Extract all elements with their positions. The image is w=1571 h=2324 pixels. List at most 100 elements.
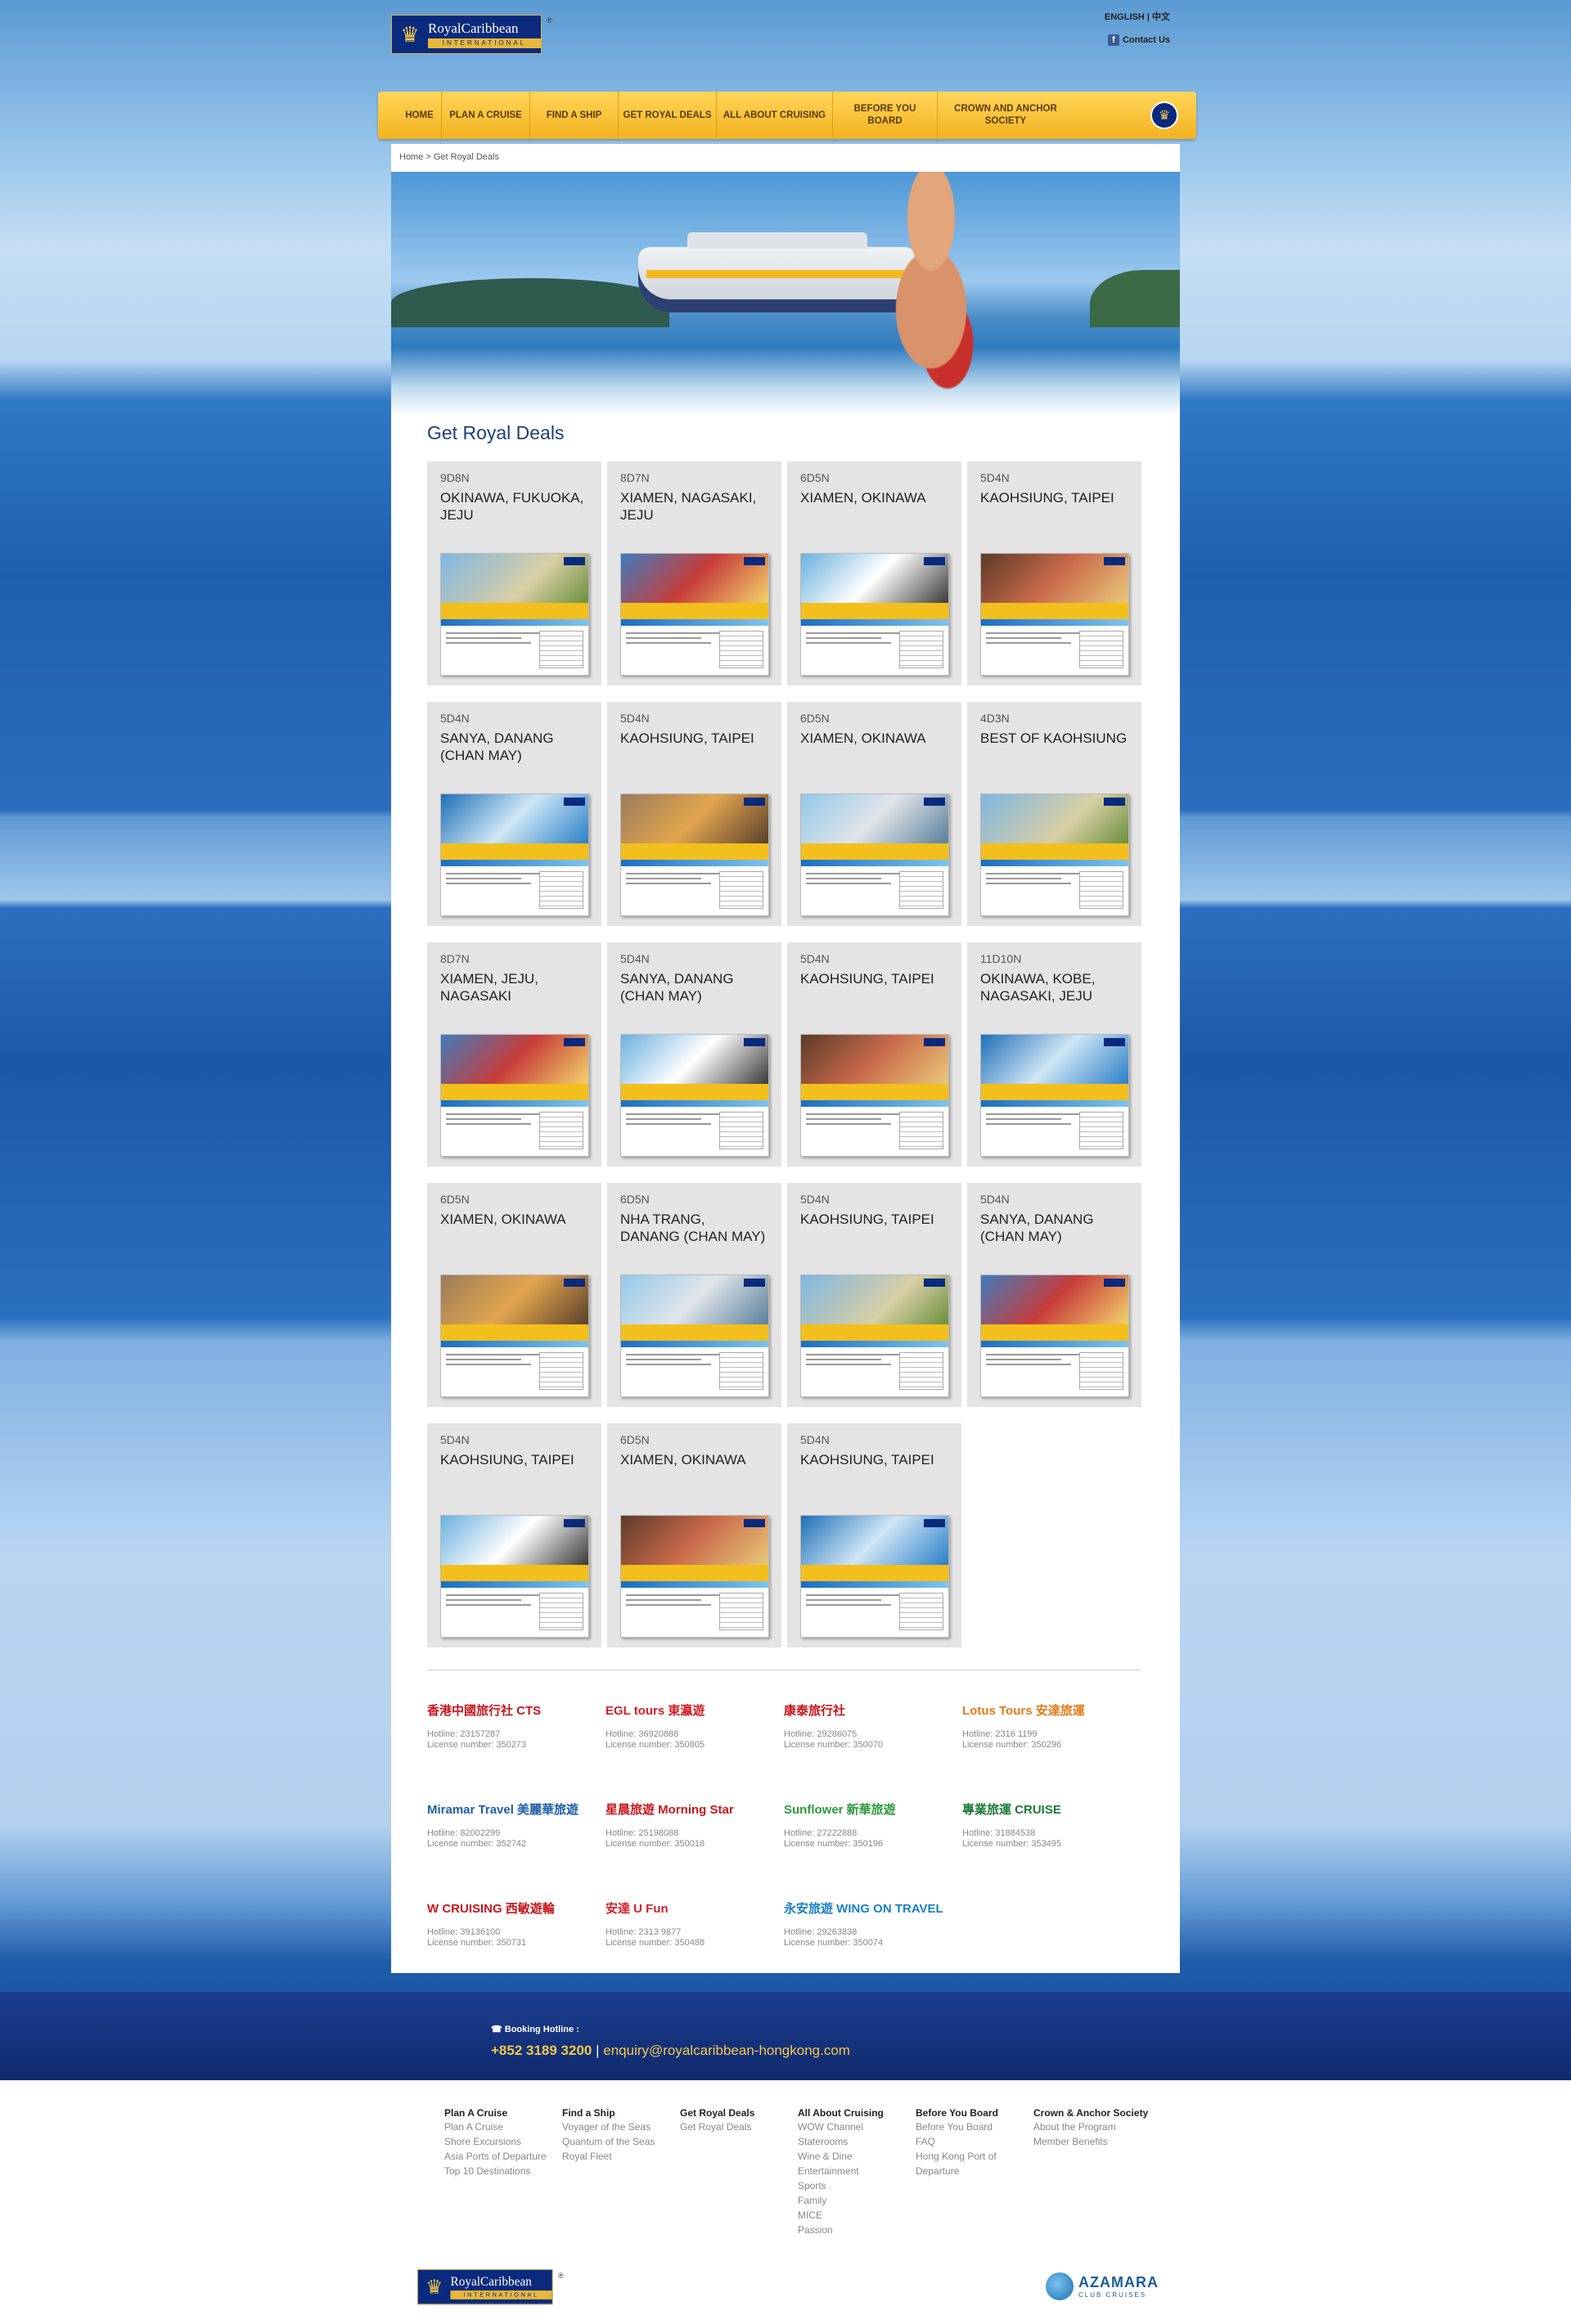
deal-card[interactable]: 5D4N KAOHSIUNG, TAIPEI [787, 1423, 961, 1647]
footer-column-title[interactable]: Get Royal Deals [680, 2106, 798, 2119]
deal-card[interactable]: 11D10N OKINAWA, KOBE, NAGASAKI, JEJU [967, 942, 1141, 1166]
deal-flyer-thumbnail[interactable] [980, 1274, 1129, 1397]
footer-link[interactable]: Royal Fleet [562, 2149, 680, 2164]
footer-column-title[interactable]: All About Cruising [798, 2106, 916, 2119]
footer-column-title[interactable]: Find a Ship [562, 2106, 680, 2119]
deal-flyer-thumbnail[interactable] [980, 1034, 1129, 1157]
deal-card[interactable]: 5D4N KAOHSIUNG, TAIPEI [787, 942, 961, 1166]
deal-card[interactable]: 5D4N SANYA, DANANG (CHAN MAY) [607, 942, 781, 1166]
nav-crown-anchor-society[interactable]: CROWN AND ANCHOR SOCIETY [938, 92, 1074, 139]
footer-column-title[interactable]: Before You Board [916, 2106, 1033, 2119]
deal-card[interactable]: 5D4N KAOHSIUNG, TAIPEI [967, 461, 1141, 686]
travel-agent[interactable]: Lotus Tours 安達旅運 Hotline: 2316 1199 Licens… [962, 1690, 1141, 1789]
agent-logo[interactable]: Miramar Travel 美麗華旅遊 [427, 1789, 605, 1828]
booking-phone[interactable]: +852 3189 3200 [491, 2043, 592, 2058]
deal-flyer-thumbnail[interactable] [440, 1515, 589, 1638]
deal-card[interactable]: 6D5N XIAMEN, OKINAWA [607, 1423, 781, 1647]
footer-column-title[interactable]: Crown & Anchor Society [1033, 2106, 1151, 2119]
deal-card[interactable]: 5D4N SANYA, DANANG (CHAN MAY) [427, 702, 601, 926]
agent-logo[interactable]: 安達 U Fun [605, 1888, 784, 1927]
agent-logo[interactable]: W CRUISING 西敏遊輪 [427, 1888, 605, 1927]
deal-flyer-thumbnail[interactable] [800, 1034, 949, 1157]
travel-agent[interactable]: Miramar Travel 美麗華旅遊 Hotline: 82002299 Lic… [427, 1789, 605, 1888]
deal-card[interactable]: 5D4N KAOHSIUNG, TAIPEI [427, 1423, 601, 1647]
deal-card[interactable]: 5D4N SANYA, DANANG (CHAN MAY) [967, 1183, 1141, 1407]
footer-link[interactable]: Get Royal Deals [680, 2119, 798, 2134]
travel-agent[interactable]: 永安旅遊 WING ON TRAVEL Hotline: 29263838 Lice… [784, 1888, 962, 1987]
agent-logo[interactable]: 專業旅運 CRUISE [962, 1789, 1141, 1828]
footer-link[interactable]: Quantum of the Seas [562, 2134, 680, 2149]
footer-link[interactable]: MICE [798, 2208, 916, 2223]
agent-logo[interactable]: Lotus Tours 安達旅運 [962, 1690, 1141, 1729]
contact-us-link[interactable]: f Contact Us [1107, 34, 1170, 46]
deal-card[interactable]: 9D8N OKINAWA, FUKUOKA, JEJU [427, 461, 601, 686]
deal-card[interactable]: 5D4N KAOHSIUNG, TAIPEI [787, 1183, 961, 1407]
agent-logo[interactable]: 香港中國旅行社 CTS [427, 1690, 605, 1729]
footer-link[interactable]: Sports [798, 2178, 916, 2193]
travel-agent[interactable]: Sunflower 新華旅遊 Hotline: 27222888 License n… [784, 1789, 962, 1888]
footer-link[interactable]: Staterooms [798, 2134, 916, 2149]
deal-card[interactable]: 8D7N XIAMEN, NAGASAKI, JEJU [607, 461, 781, 686]
royal-caribbean-logo[interactable]: ♛ RoyalCaribbean INTERNATIONAL [391, 15, 542, 54]
deal-flyer-thumbnail[interactable] [980, 793, 1129, 916]
deal-flyer-thumbnail[interactable] [800, 793, 949, 916]
footer-link[interactable]: Top 10 Destinations [444, 2164, 562, 2178]
deal-card[interactable]: 6D5N XIAMEN, OKINAWA [787, 702, 961, 926]
footer-link[interactable]: Hong Kong Port of Departure [916, 2149, 1033, 2178]
crown-anchor-badge-icon[interactable]: ♛ [1150, 101, 1178, 129]
nav-before-you-board[interactable]: BEFORE YOU BOARD [833, 92, 938, 139]
deal-flyer-thumbnail[interactable] [440, 1274, 589, 1397]
footer-link[interactable]: Family [798, 2193, 916, 2208]
deal-flyer-thumbnail[interactable] [800, 553, 949, 676]
nav-all-about-cruising[interactable]: ALL ABOUT CRUISING [717, 92, 833, 139]
booking-email[interactable]: enquiry@royalcaribbean-hongkong.com [603, 2043, 850, 2058]
azamara-logo[interactable]: AZAMARA CLUB CRUISES [1046, 2272, 1159, 2300]
deal-flyer-thumbnail[interactable] [620, 1274, 769, 1397]
deal-flyer-thumbnail[interactable] [980, 553, 1129, 676]
deal-flyer-thumbnail[interactable] [440, 553, 589, 676]
breadcrumb[interactable]: Home > Get Royal Deals [399, 152, 499, 162]
travel-agent[interactable]: 康泰旅行社 Hotline: 29286075 License number: 35… [784, 1690, 962, 1789]
deal-flyer-thumbnail[interactable] [800, 1515, 949, 1638]
deal-card[interactable]: 6D5N XIAMEN, OKINAWA [427, 1183, 601, 1407]
travel-agent[interactable]: 星晨旅遊 Morning Star Hotline: 25198088 Licens… [605, 1789, 784, 1888]
footer-link[interactable]: Entertainment [798, 2164, 916, 2178]
footer-column-title[interactable]: Plan A Cruise [444, 2106, 562, 2119]
deal-flyer-thumbnail[interactable] [620, 1515, 769, 1638]
nav-get-royal-deals[interactable]: GET ROYAL DEALS [619, 92, 717, 139]
deal-flyer-thumbnail[interactable] [620, 793, 769, 916]
footer-royal-caribbean-logo[interactable]: ♛ RoyalCaribbean INTERNATIONAL [417, 2269, 553, 2305]
nav-home[interactable]: HOME [398, 92, 442, 139]
deal-card[interactable]: 5D4N KAOHSIUNG, TAIPEI [607, 702, 781, 926]
deal-flyer-thumbnail[interactable] [620, 1034, 769, 1157]
footer-link[interactable]: Before You Board [916, 2119, 1033, 2134]
deal-card[interactable]: 6D5N XIAMEN, OKINAWA [787, 461, 961, 686]
agent-logo[interactable]: 星晨旅遊 Morning Star [605, 1789, 784, 1828]
deal-card[interactable]: 6D5N NHA TRANG, DANANG (CHAN MAY) [607, 1183, 781, 1407]
footer-link[interactable]: Wine & Dine [798, 2149, 916, 2164]
travel-agent[interactable]: 專業旅運 CRUISE Hotline: 31884538 License numb… [962, 1789, 1141, 1888]
footer-link[interactable]: WOW Channel [798, 2119, 916, 2134]
footer-link[interactable]: Shore Excursions [444, 2134, 562, 2149]
deal-flyer-thumbnail[interactable] [800, 1274, 949, 1397]
deal-flyer-thumbnail[interactable] [440, 793, 589, 916]
nav-find-a-ship[interactable]: FIND A SHIP [530, 92, 619, 139]
deal-flyer-thumbnail[interactable] [440, 1034, 589, 1157]
deal-card[interactable]: 4D3N BEST OF KAOHSIUNG [967, 702, 1141, 926]
travel-agent[interactable]: 香港中國旅行社 CTS Hotline: 23157287 License numb… [427, 1690, 605, 1789]
footer-link[interactable]: Passion [798, 2223, 916, 2237]
footer-link[interactable]: About the Program [1033, 2119, 1151, 2134]
agent-logo[interactable]: EGL tours 東瀛遊 [605, 1690, 784, 1729]
travel-agent[interactable]: EGL tours 東瀛遊 Hotline: 36920888 License nu… [605, 1690, 784, 1789]
deal-flyer-thumbnail[interactable] [620, 553, 769, 676]
agent-logo[interactable]: Sunflower 新華旅遊 [784, 1789, 962, 1828]
agent-logo[interactable]: 永安旅遊 WING ON TRAVEL [784, 1888, 962, 1927]
footer-link[interactable]: Member Benefits [1033, 2134, 1151, 2149]
travel-agent[interactable]: W CRUISING 西敏遊輪 Hotline: 39136100 License … [427, 1888, 605, 1987]
nav-plan-a-cruise[interactable]: PLAN A CRUISE [442, 92, 530, 139]
travel-agent[interactable]: 安達 U Fun Hotline: 2313 9877 License number… [605, 1888, 784, 1987]
footer-link[interactable]: FAQ [916, 2134, 1033, 2149]
agent-logo[interactable]: 康泰旅行社 [784, 1690, 962, 1729]
deal-card[interactable]: 8D7N XIAMEN, JEJU, NAGASAKI [427, 942, 601, 1166]
footer-link[interactable]: Voyager of the Seas [562, 2119, 680, 2134]
